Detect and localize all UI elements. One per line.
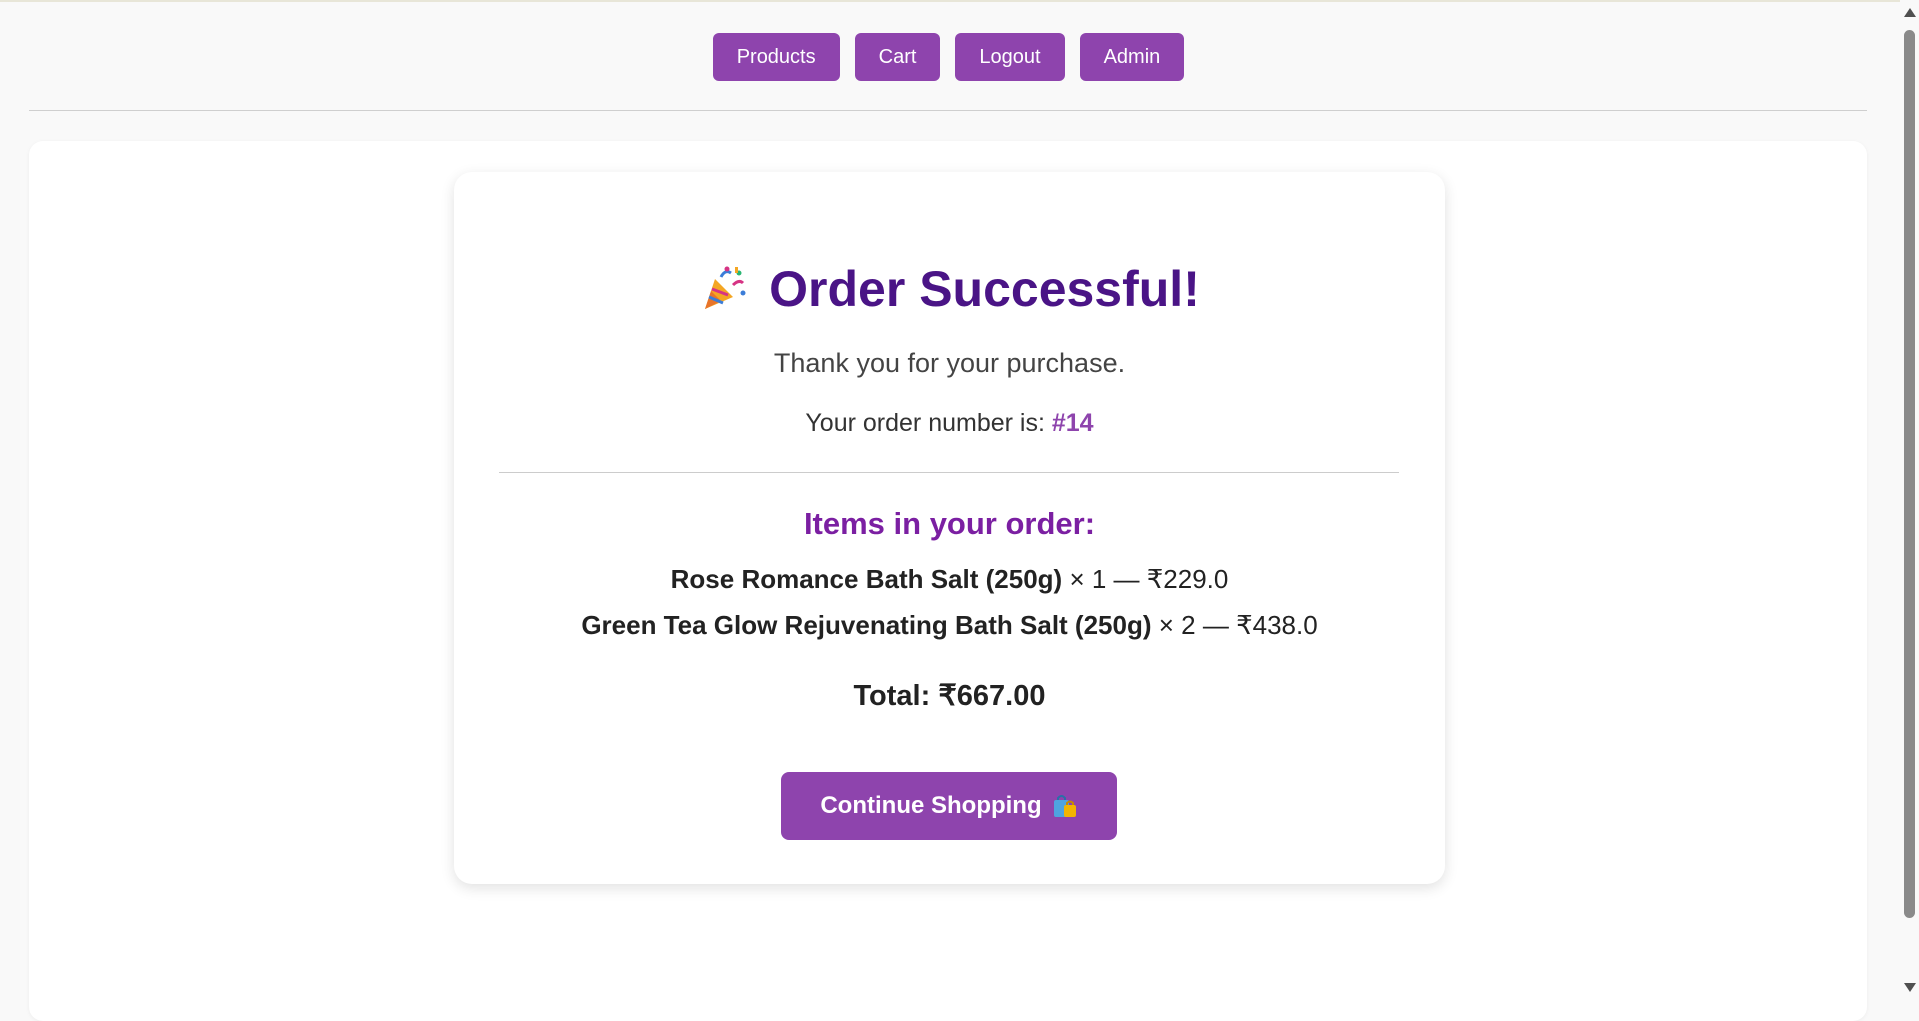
shopping-bags-icon [1052,793,1078,819]
order-number: #14 [1051,409,1094,437]
continue-shopping-label: Continue Shopping [820,792,1042,819]
title-row: Order Successful! [454,260,1445,318]
scroll-thumb[interactable] [1904,30,1915,918]
order-confirmation-card: Order Successful! Thank you for your pur… [454,172,1445,884]
scroll-down-arrow-icon[interactable] [1904,983,1916,992]
products-button[interactable]: Products [712,33,840,81]
admin-button[interactable]: Admin [1079,33,1185,81]
order-item-name: Green Tea Glow Rejuvenating Bath Salt (2… [581,610,1152,640]
items-heading: Items in your order: [803,506,1096,541]
nav-divider [29,110,1867,111]
order-item: Green Tea Glow Rejuvenating Bath Salt (2… [454,610,1445,641]
thank-you-message: Thank you for your purchase. [773,348,1126,378]
cart-button[interactable]: Cart [854,33,941,81]
logout-button[interactable]: Logout [955,33,1065,81]
order-item: Rose Romance Bath Salt (250g) × 1 — ₹229… [454,564,1445,595]
card-divider [499,472,1399,473]
order-number-label: Your order number is: [805,409,1045,437]
page-title: Order Successful! [769,261,1200,317]
top-border [0,0,1919,2]
order-number-line: Your order number is: #14 [454,409,1445,438]
order-item-qty-price: × 1 — ₹229.0 [1069,564,1229,594]
party-popper-icon [699,265,747,313]
vertical-scrollbar[interactable] [1900,0,1919,996]
order-item-name: Rose Romance Bath Salt (250g) [670,564,1063,594]
order-total: Total: ₹667.00 [853,680,1046,712]
continue-shopping-button[interactable]: Continue Shopping [781,772,1117,840]
order-item-qty-price: × 2 — ₹438.0 [1158,610,1318,640]
top-nav: Products Cart Logout Admin [0,33,1897,81]
scroll-up-arrow-icon[interactable] [1904,8,1916,17]
